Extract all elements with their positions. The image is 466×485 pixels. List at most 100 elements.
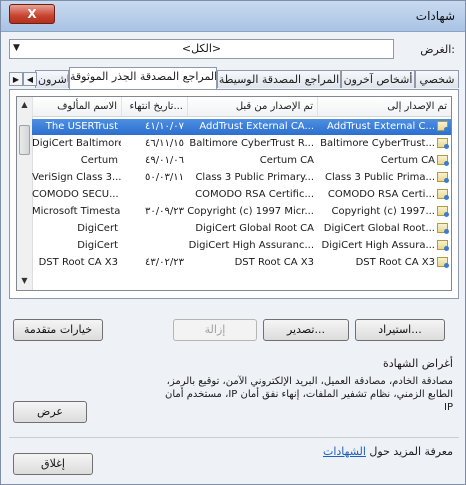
cell-friendly-name: DigiCert	[77, 223, 118, 234]
cell-friendly-name: DigiCert Baltimore...	[32, 138, 121, 149]
column-header-issued-by[interactable]: تم الإصدار من قبل	[187, 97, 317, 117]
cell-issued-by: COMODO RSA Certific...	[195, 189, 314, 200]
column-header-expiration[interactable]: تاريخ انتهاء...	[121, 97, 187, 117]
certificate-purposes-text: مصادقة الخادم، مصادقة العميل، البريد الإ…	[165, 376, 453, 413]
tab-intermediate-ca[interactable]: المراجع المصدقة الوسيطة	[217, 70, 341, 88]
chevron-down-icon: ▼	[13, 43, 20, 53]
title-bar: X شهادات	[1, 1, 465, 32]
cell-issued-by: Baltimore CyberTrust R...	[189, 138, 314, 149]
scroll-down-icon[interactable]: ▼	[19, 275, 30, 287]
learn-more: معرفة المزيد حول الشهادات	[323, 445, 453, 458]
remove-button[interactable]: إزالة	[173, 319, 257, 341]
cell-friendly-name: Certum	[80, 155, 118, 166]
cell-expiration: ٥٠/٠٣/١١	[145, 172, 184, 183]
issued-to-text: Certum CA	[380, 155, 435, 166]
issued-to-text: Baltimore CyberTrust...	[320, 138, 435, 149]
tab-scroll-right-icon[interactable]: ▶	[9, 72, 23, 86]
cell-issued-to: COMODO RSA Certi...	[317, 187, 451, 203]
cell-issued-by: Copyright (c) 1997 Micr...	[187, 206, 314, 217]
purpose-label: الغرض:	[420, 43, 455, 56]
window-title: شهادات	[415, 9, 455, 23]
import-button[interactable]: استيراد...	[355, 319, 445, 341]
cell-issued-by: DigiCert High Assuranc...	[188, 240, 314, 251]
table-row[interactable]: DigiCert Global Root... DigiCert Global R…	[32, 221, 451, 237]
cell-friendly-name: COMODO SECU...	[32, 189, 119, 200]
issued-to-text: DST Root CA X3	[355, 257, 435, 268]
divider	[9, 437, 459, 438]
cell-friendly-name: VeriSign Class 3...	[32, 172, 121, 183]
certificate-icon	[437, 240, 449, 251]
list-scrollbar[interactable]: ▲ ▼	[17, 97, 33, 290]
scroll-thumb[interactable]	[19, 125, 30, 155]
issued-to-text: DigiCert High Assura...	[321, 240, 436, 251]
cell-expiration	[121, 187, 187, 203]
export-button[interactable]: تصدير...	[263, 319, 349, 341]
issued-to-text: DigiCert Global Root...	[323, 223, 435, 234]
cell-expiration: ٤٣/٠٢/٢٣	[145, 257, 184, 268]
view-button[interactable]: عرض	[13, 401, 87, 423]
table-row[interactable]: Certum CA Certum CA ٤٩/٠١/٠٦ Certum	[32, 153, 451, 169]
issued-to-text: AddTrust External C...	[327, 121, 435, 132]
certificate-list[interactable]: ▲ ▼ تم الإصدار إلى تم الإصدار من قبل تار…	[16, 96, 452, 291]
certificate-icon	[437, 206, 449, 217]
tab-strip: شخصي أشخاص آخرون المراجع المصدقة الوسيطة…	[9, 67, 459, 89]
certificate-icon	[437, 138, 449, 149]
scroll-up-icon[interactable]: ▲	[19, 99, 30, 111]
cell-expiration: ٤٦/١١/١٥	[145, 138, 184, 149]
cell-expiration	[121, 221, 187, 237]
cell-issued-to: Baltimore CyberTrust...	[317, 136, 451, 152]
cell-issued-to: DigiCert Global Root...	[317, 221, 451, 237]
advanced-button[interactable]: خيارات متقدمة	[13, 319, 103, 341]
tab-trusted-root-ca[interactable]: المراجع المصدقة الجذر الموثوقة	[69, 67, 217, 89]
table-row[interactable]: Copyright (c) 1997... Copyright (c) 1997 …	[32, 204, 451, 220]
certificate-icon	[437, 189, 449, 200]
cell-issued-to: AddTrust External C...	[317, 119, 451, 135]
column-header-issued-to[interactable]: تم الإصدار إلى	[317, 97, 451, 117]
table-row[interactable]: Baltimore CyberTrust... Baltimore CyberTr…	[32, 136, 451, 152]
cell-issued-to: DST Root CA X3	[317, 255, 451, 271]
cell-friendly-name: The USERTrust	[45, 121, 118, 132]
cell-issued-to: DigiCert High Assura...	[317, 238, 451, 254]
cell-friendly-name: DST Root CA X3	[38, 257, 118, 268]
issued-to-text: Copyright (c) 1997...	[331, 206, 435, 217]
certificate-icon	[437, 155, 449, 166]
issued-to-text: COMODO RSA Certi...	[327, 189, 435, 200]
cell-friendly-name: Microsoft Timesta...	[32, 206, 121, 217]
cell-issued-to: Class 3 Public Prima...	[317, 170, 451, 186]
cell-issued-by: Class 3 Public Primary...	[195, 172, 314, 183]
table-row[interactable]: DST Root CA X3 DST Root CA X3 ٤٣/٠٢/٢٣ DST …	[32, 255, 451, 271]
issued-to-text: Class 3 Public Prima...	[325, 172, 435, 183]
cell-expiration: ٣٠/٠٩/٢٣	[145, 206, 184, 217]
certificate-icon	[437, 257, 449, 268]
cell-issued-by: DST Root CA X3	[234, 257, 314, 268]
tab-personal[interactable]: شخصي	[415, 70, 459, 88]
certificate-icon	[437, 172, 449, 183]
table-row[interactable]: AddTrust External C... AddTrust External …	[32, 119, 451, 135]
certificates-dialog: X شهادات الغرض: ▼ <الكل> شخصي أشخاص آخرو…	[0, 0, 466, 485]
tab-other-people[interactable]: أشخاص آخرون	[341, 70, 415, 88]
cell-issued-by: Certum CA	[259, 155, 314, 166]
cell-expiration: ٤١/١٠/٠٧	[145, 121, 184, 132]
certificates-help-link[interactable]: الشهادات	[323, 445, 366, 458]
purpose-dropdown[interactable]: ▼ <الكل>	[9, 39, 394, 59]
cell-issued-to: Certum CA	[317, 153, 451, 169]
tab-scroll-left-icon[interactable]: ◀	[23, 72, 37, 86]
table-row[interactable]: COMODO RSA Certi... COMODO RSA Certific..…	[32, 187, 451, 203]
close-window-button[interactable]: X	[9, 4, 55, 24]
table-row[interactable]: DigiCert High Assura... DigiCert High Ass…	[32, 238, 451, 254]
certificate-icon	[437, 223, 449, 234]
close-button[interactable]: إغلاق	[13, 453, 93, 475]
cell-expiration: ٤٩/٠١/٠٦	[145, 155, 184, 166]
tab-panel: ▲ ▼ تم الإصدار إلى تم الإصدار من قبل تار…	[9, 89, 459, 299]
cell-expiration	[121, 238, 187, 254]
certificate-purposes-label: أغراض الشهادة	[382, 357, 453, 370]
table-row[interactable]: Class 3 Public Prima... Class 3 Public Pr…	[32, 170, 451, 186]
tab-publishers[interactable]: الناشرون	[35, 70, 69, 88]
cell-friendly-name: DigiCert	[77, 240, 118, 251]
cell-issued-by: AddTrust External CA...	[199, 121, 314, 132]
purpose-selected-value: <الكل>	[181, 42, 222, 55]
certificate-icon	[437, 121, 449, 132]
cell-issued-by: DigiCert Global Root CA	[195, 223, 314, 234]
learn-more-prefix: معرفة المزيد حول	[369, 445, 453, 458]
column-header-friendly-name[interactable]: الاسم المألوف	[32, 97, 121, 117]
